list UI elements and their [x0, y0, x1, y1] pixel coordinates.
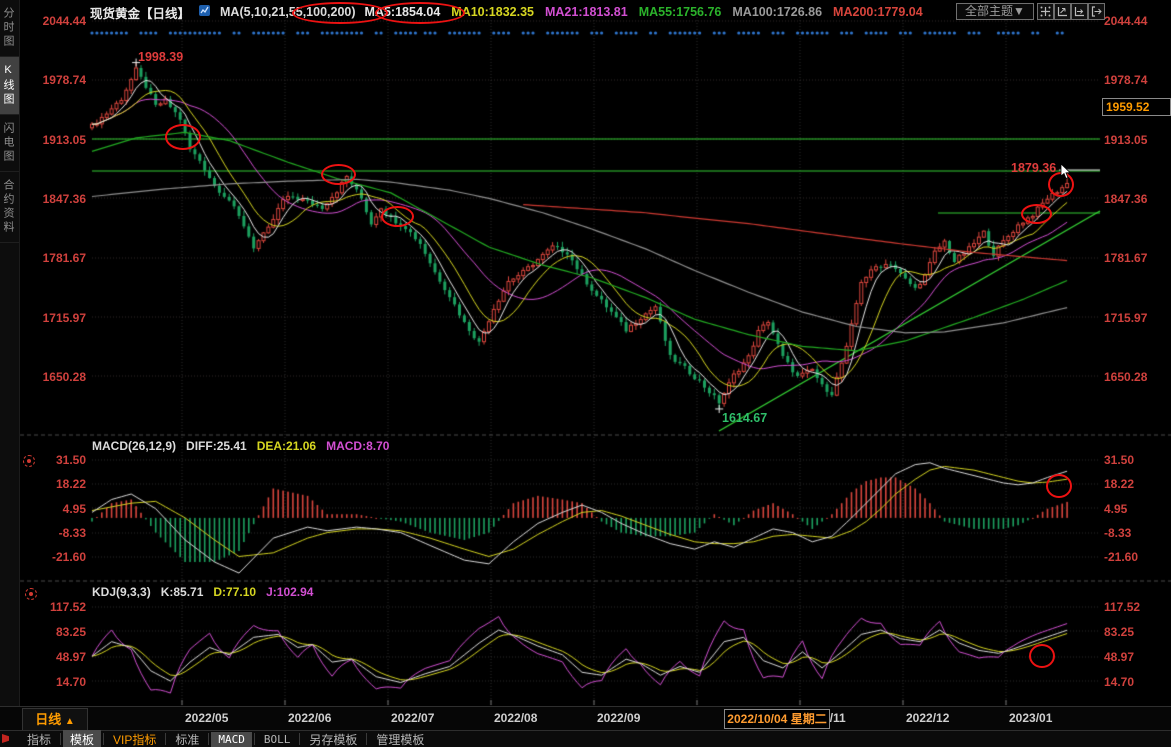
period-label: 日线	[35, 712, 61, 727]
price-axis-label-right-3: 1913.05	[1104, 133, 1147, 147]
macd-axis-label-right-4: -8.33	[1104, 526, 1131, 540]
macd-axis-label-right-2: 18.22	[1104, 477, 1134, 491]
kdj-title: KDJ(9,3,3)	[92, 585, 151, 599]
bottom-tab-2[interactable]: 模板	[63, 730, 101, 747]
ma-value-3: MA21:1813.81	[545, 5, 628, 19]
macd-diff-value: DIFF:25.41	[186, 439, 247, 453]
period-selector[interactable]: 日线 ▲	[22, 708, 88, 731]
peak-price-annotation: 1998.39	[138, 50, 183, 64]
signal-chart-icon	[199, 4, 211, 20]
price-axis-label-right-5: 1781.67	[1104, 251, 1147, 265]
bottom-tab-4[interactable]: 标准	[168, 730, 206, 747]
kdj-axis-label-right-3: 48.97	[1104, 650, 1134, 664]
annotation-circle-3	[165, 124, 201, 150]
macd-axis-label-right-1: 31.50	[1104, 453, 1134, 467]
macd-title: MACD(26,12,9)	[92, 439, 176, 453]
main-chart-canvas[interactable]	[0, 0, 1171, 706]
tab-separator	[299, 733, 300, 745]
macd-panel-header: MACD(26,12,9) DIFF:25.41 DEA:21.06 MACD:…	[92, 439, 389, 453]
annotation-circle-8	[1046, 474, 1072, 498]
axis-pan-tool-icon[interactable]	[1071, 3, 1088, 20]
macd-dea-value: DEA:21.06	[257, 439, 316, 453]
kdj-d-value: D:77.10	[213, 585, 256, 599]
ma-value-6: MA200:1779.04	[833, 5, 923, 19]
annotation-circle-2	[375, 2, 465, 24]
bottom-tab-5[interactable]: MACD	[211, 732, 252, 747]
tab-separator	[254, 733, 255, 745]
sidebar-tab-1[interactable]: 分时图	[0, 0, 19, 57]
macd-axis-label-right-3: 4.95	[1104, 502, 1127, 516]
sidebar-tab-4[interactable]: 合约资料	[0, 172, 19, 243]
tab-separator	[60, 733, 61, 745]
annotation-circle-1	[292, 2, 388, 24]
chart-application: 分时图K线图闪电图合约资料 现货黄金【日线】 MA(5,10,21,55,100…	[0, 0, 1171, 747]
macd-macd-value: MACD:8.70	[326, 439, 389, 453]
theme-dropdown-button[interactable]: 全部主题▼	[956, 3, 1034, 20]
sidebar-tab-2[interactable]: K线图	[0, 57, 19, 115]
date-label-1: 2022/05	[185, 711, 228, 725]
price-axis-label-right-2: 1978.74	[1104, 73, 1147, 87]
recent-high-annotation: 1879.36	[1011, 161, 1056, 175]
ma-value-5: MA100:1726.86	[732, 5, 822, 19]
kdj-k-value: K:85.71	[161, 585, 204, 599]
axis-scale-tool-icon[interactable]	[1054, 3, 1071, 20]
symbol-title: 现货黄金【日线】	[90, 3, 190, 22]
bottom-tab-8[interactable]: 管理模板	[369, 730, 431, 747]
mouse-cursor-icon	[1060, 164, 1071, 185]
tab-separator	[103, 733, 104, 745]
bottom-price-annotation: 1614.67	[722, 411, 767, 425]
bottom-tab-7[interactable]: 另存模板	[302, 730, 364, 747]
bottom-tab-bar: 指标模板 VIP指标标准 MACD BOLL 另存模板管理模板	[0, 730, 1171, 747]
kdj-axis-label-right-4: 14.70	[1104, 675, 1134, 689]
macd-axis-label-right-5: -21.60	[1104, 550, 1138, 564]
date-label-4: 2022/08	[494, 711, 537, 725]
price-axis-label-right-7: 1650.28	[1104, 370, 1147, 384]
annotation-circle-4	[321, 164, 356, 185]
price-axis-label-right-4: 1847.36	[1104, 192, 1147, 206]
macd-panel-settings-icon[interactable]	[23, 455, 35, 467]
date-label-5: 2022/09	[597, 711, 640, 725]
date-label-3: 2022/07	[391, 711, 434, 725]
popout-tool-icon[interactable]	[1088, 3, 1105, 20]
bottom-tab-6[interactable]: BOLL	[257, 732, 298, 747]
ma-value-4: MA55:1756.76	[639, 5, 722, 19]
current-price-tag: 1959.52	[1102, 98, 1171, 116]
crosshair-tool-icon[interactable]	[1037, 3, 1054, 20]
annotation-circle-5	[381, 206, 414, 227]
price-axis-label-right-6: 1715.97	[1104, 311, 1147, 325]
period-arrow-icon: ▲	[65, 716, 75, 727]
timeline-strip: 日线 ▲ 2022/05 2022/06 2022/07 2022/08 2022/09…	[0, 706, 1171, 731]
price-axis-label-right-1: 2044.44	[1104, 14, 1147, 28]
bottom-tab-3[interactable]: VIP指标	[106, 730, 163, 747]
left-sidebar: 分时图K线图闪电图合约资料	[0, 0, 20, 706]
kdj-axis-label-right-1: 117.52	[1104, 600, 1140, 614]
tab-separator	[366, 733, 367, 745]
crosshair-date-tooltip: 2022/10/04 星期二	[724, 709, 830, 729]
date-label-8: 2023/01	[1009, 711, 1052, 725]
annotation-circle-7	[1021, 204, 1052, 224]
kdj-j-value: J:102.94	[266, 585, 313, 599]
kdj-panel-header: KDJ(9,3,3) K:85.71 D:77.10 J:102.94	[92, 585, 313, 599]
tab-separator	[208, 733, 209, 745]
date-label-2: 2022/06	[288, 711, 331, 725]
kdj-axis-label-right-2: 83.25	[1104, 625, 1134, 639]
bottom-tab-1[interactable]: 指标	[20, 730, 58, 747]
date-label-7: 2022/12	[906, 711, 949, 725]
chart-header: 现货黄金【日线】 MA(5,10,21,55,100,200) MA5:1854…	[90, 3, 923, 21]
annotation-circle-9	[1029, 644, 1055, 668]
sidebar-tab-3[interactable]: 闪电图	[0, 115, 19, 172]
kdj-panel-settings-icon[interactable]	[25, 588, 37, 600]
tab-separator	[165, 733, 166, 745]
